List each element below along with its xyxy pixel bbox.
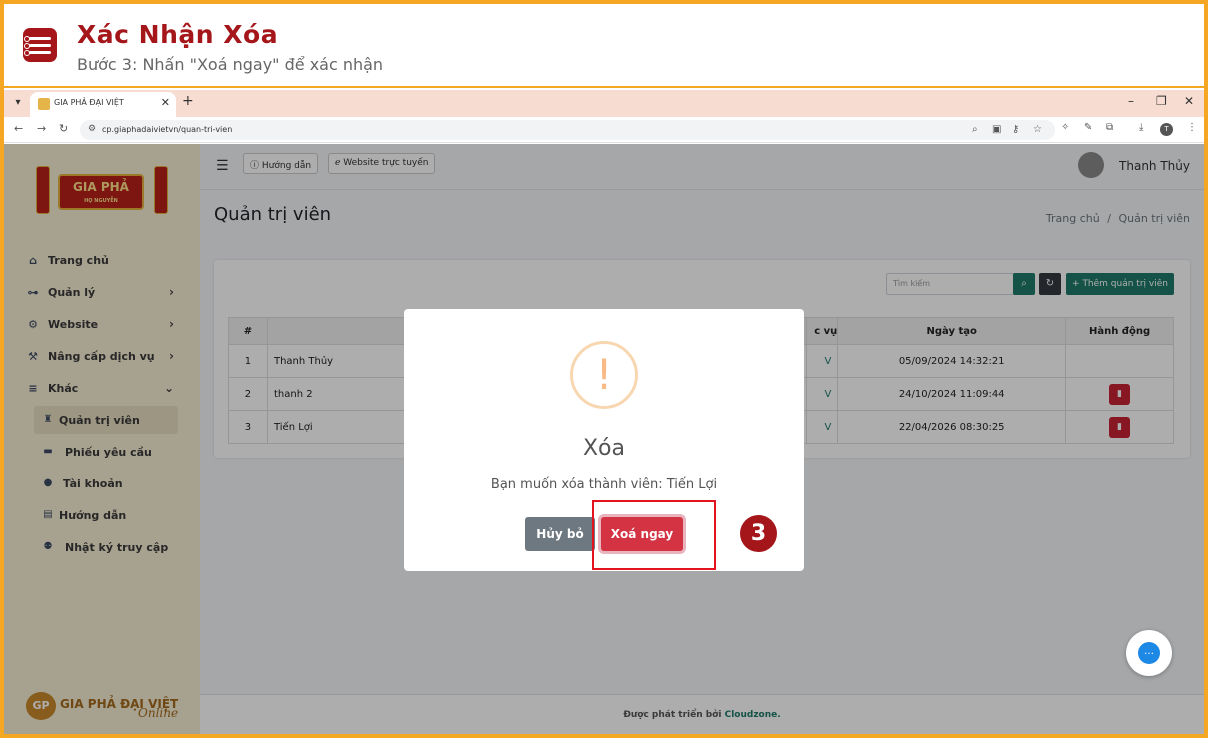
new-tab-icon[interactable]: + — [182, 93, 194, 109]
step-badge: 3 — [740, 515, 777, 552]
browser-tab[interactable]: GIA PHẢ ĐẠI VIỆT ✕ — [30, 92, 176, 117]
cancel-button[interactable]: Hủy bỏ — [525, 517, 595, 551]
tutorial-subtitle: Bước 3: Nhấn "Xoá ngay" để xác nhận — [77, 55, 384, 74]
dialog-title: Xóa — [582, 436, 625, 461]
tab-list-icon[interactable]: ▾ — [10, 95, 26, 111]
pen-extension-icon[interactable]: ✎ — [1084, 122, 1092, 133]
minimize-icon[interactable]: – — [1128, 94, 1134, 108]
favicon-icon — [38, 98, 50, 110]
site-info-icon[interactable]: ⚙ — [88, 124, 96, 134]
download-icon[interactable]: ⤓ — [1139, 122, 1143, 133]
step-highlight-box — [592, 500, 716, 570]
chat-support-button[interactable]: … — [1126, 630, 1172, 676]
extension-icon[interactable]: ✧ — [1061, 122, 1069, 133]
list-icon — [23, 28, 57, 62]
profile-avatar[interactable]: T — [1160, 123, 1173, 136]
restore-icon[interactable]: ❐ — [1156, 94, 1167, 108]
browser-addressbar: ← → ↻ ⚙ cp.giaphadaivietvn/quan-tri-vien… — [4, 117, 1204, 143]
warning-icon: ! — [570, 341, 638, 409]
password-icon[interactable]: ⚷ — [1012, 124, 1019, 135]
back-icon[interactable]: ← — [14, 122, 23, 135]
close-window-icon[interactable]: ✕ — [1184, 94, 1194, 108]
tutorial-title: Xác Nhận Xóa — [77, 20, 279, 49]
url-text: cp.giaphadaivietvn/quan-tri-vien — [102, 125, 233, 134]
url-field[interactable]: ⚙ cp.giaphadaivietvn/quan-tri-vien ⌕ ▣ ⚷… — [80, 120, 1055, 140]
bookmark-star-icon[interactable]: ☆ — [1033, 124, 1042, 135]
tab-title: GIA PHẢ ĐẠI VIỆT — [54, 98, 124, 107]
menu-dots-icon[interactable]: ⋮ — [1187, 122, 1197, 133]
tutorial-header: Xác Nhận Xóa Bước 3: Nhấn "Xoá ngay" để … — [4, 4, 1204, 88]
browser-tabbar: ▾ GIA PHẢ ĐẠI VIỆT ✕ + – ❐ ✕ — [4, 90, 1204, 117]
tab-close-icon[interactable]: ✕ — [161, 96, 170, 109]
forward-icon[interactable]: → — [37, 122, 46, 135]
dialog-message: Bạn muốn xóa thành viên: Tiến Lợi — [490, 477, 718, 492]
reload-icon[interactable]: ↻ — [59, 122, 68, 135]
zoom-icon[interactable]: ⌕ — [972, 124, 978, 135]
puzzle-icon[interactable]: ⧉ — [1106, 122, 1113, 133]
chat-icon: … — [1138, 642, 1160, 664]
cast-icon[interactable]: ▣ — [992, 124, 1001, 135]
